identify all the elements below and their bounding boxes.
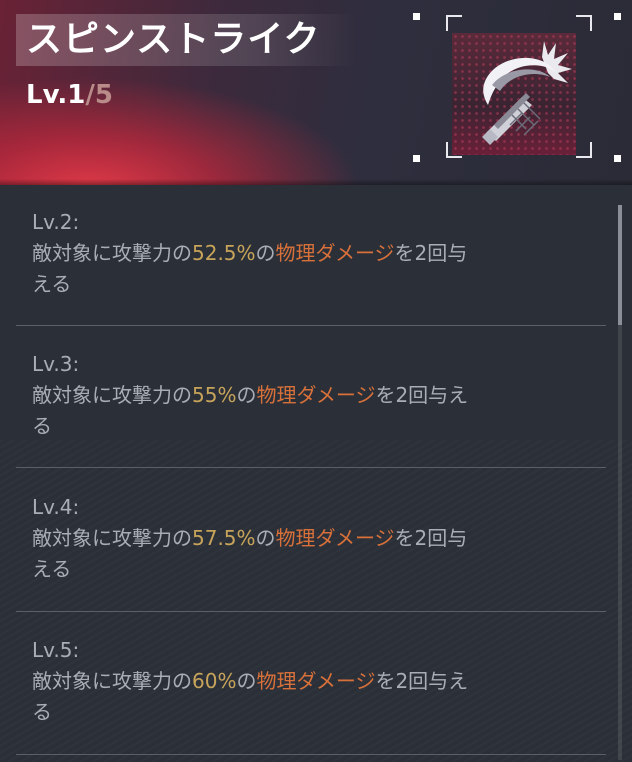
divider bbox=[16, 754, 606, 755]
description-line-2: る bbox=[32, 414, 52, 438]
divider bbox=[16, 611, 606, 612]
scrollbar-thumb[interactable] bbox=[618, 205, 622, 325]
damage-percent: 57.5% bbox=[192, 526, 256, 550]
level-current: Lv.1 bbox=[26, 80, 86, 110]
level-description: Lv.3: 敵対象に攻撃力の55%の物理ダメージを2回与え る bbox=[32, 349, 592, 442]
frame-corner-dot bbox=[614, 155, 621, 162]
description-line: 敵対象に攻撃力の57.5%の物理ダメージを2回与 bbox=[32, 526, 468, 550]
level-description: Lv.5: 敵対象に攻撃力の60%の物理ダメージを2回与え る bbox=[32, 635, 592, 728]
damage-percent: 52.5% bbox=[192, 241, 256, 265]
frame-bracket bbox=[576, 15, 592, 31]
level-label: Lv.4: bbox=[32, 495, 80, 519]
frame-bracket bbox=[576, 142, 592, 158]
level-label: Lv.2: bbox=[32, 210, 80, 234]
skill-name: スピンストライク bbox=[26, 19, 321, 60]
level-description: Lv.4: 敵対象に攻撃力の57.5%の物理ダメージを2回与 える bbox=[32, 492, 592, 585]
frame-corner-dot bbox=[413, 155, 420, 162]
level-max: 5 bbox=[94, 80, 113, 110]
description-line-2: える bbox=[32, 557, 72, 581]
level-label: Lv.3: bbox=[32, 352, 80, 376]
frame-corner-dot bbox=[614, 13, 621, 20]
spin-slash-icon bbox=[452, 33, 576, 155]
level-label: Lv.5: bbox=[32, 638, 80, 662]
damage-type: 物理ダメージ bbox=[256, 669, 376, 693]
damage-percent: 60% bbox=[192, 669, 237, 693]
damage-type: 物理ダメージ bbox=[256, 383, 376, 407]
level-description: Lv.2: 敵対象に攻撃力の52.5%の物理ダメージを2回与 える bbox=[32, 207, 592, 300]
description-line-2: る bbox=[32, 700, 52, 724]
level-entry: Lv.4: 敵対象に攻撃力の57.5%の物理ダメージを2回与 える bbox=[16, 492, 606, 610]
divider bbox=[16, 467, 606, 468]
frame-bracket bbox=[446, 15, 462, 31]
description-line-2: える bbox=[32, 272, 72, 296]
skill-level: Lv.1/5 bbox=[26, 78, 113, 112]
damage-percent: 55% bbox=[192, 383, 237, 407]
description-line: 敵対象に攻撃力の55%の物理ダメージを2回与え bbox=[32, 383, 469, 407]
level-entry: Lv.2: 敵対象に攻撃力の52.5%の物理ダメージを2回与 える bbox=[16, 207, 606, 325]
level-entry: Lv.3: 敵対象に攻撃力の55%の物理ダメージを2回与え る bbox=[16, 349, 606, 467]
description-line: 敵対象に攻撃力の52.5%の物理ダメージを2回与 bbox=[32, 241, 468, 265]
divider bbox=[16, 325, 606, 326]
damage-type: 物理ダメージ bbox=[275, 526, 395, 550]
level-entry: Lv.5: 敵対象に攻撃力の60%の物理ダメージを2回与え る bbox=[16, 635, 606, 753]
description-line: 敵対象に攻撃力の60%の物理ダメージを2回与え bbox=[32, 669, 469, 693]
level-separator: / bbox=[85, 80, 95, 110]
frame-corner-dot bbox=[413, 13, 420, 20]
damage-type: 物理ダメージ bbox=[275, 241, 395, 265]
